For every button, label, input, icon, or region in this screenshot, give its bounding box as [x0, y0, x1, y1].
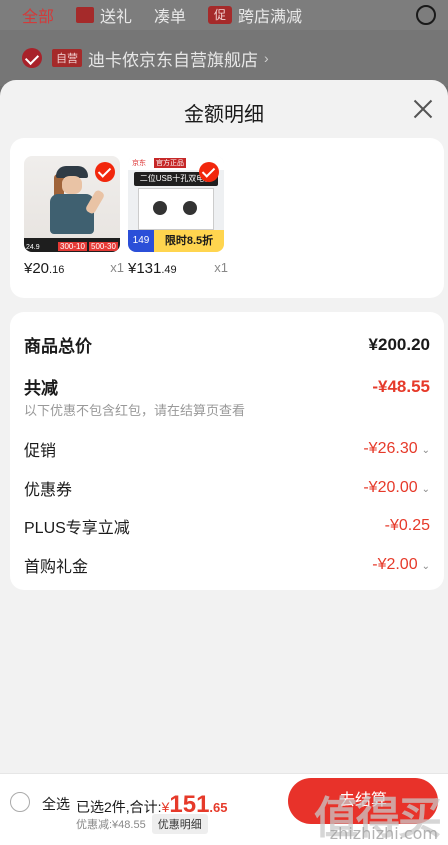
price-summary-card: 商品总价 ¥200.20 共减 -¥48.55 以下优惠不包含红包，请在结算页查… — [10, 312, 444, 590]
discount-label: 促销 — [24, 443, 57, 460]
background-tab-bar: 全部 送礼 凑单 促跨店满减 — [0, 0, 448, 30]
discount-row-plus: PLUS专享立减 -¥0.25 — [24, 514, 430, 538]
background-store-row: 自营 迪卡侬京东自营旗舰店 › — [0, 30, 448, 86]
sheet-title: 金额明细 — [184, 104, 264, 126]
close-icon[interactable] — [412, 98, 434, 120]
discount-value: -¥26.30 — [363, 440, 418, 457]
tab-gift: 送礼 — [76, 3, 132, 27]
store-name: 迪卡侬京东自营旗舰店 — [88, 50, 258, 70]
discount-line: 优惠减:¥48.55 优惠明细 — [76, 814, 208, 834]
check-icon — [22, 48, 42, 68]
price-decimal: .16 — [49, 264, 65, 276]
selected-check-icon — [95, 162, 115, 182]
product-item[interactable]: 京东 官方正品 二位USB十孔双电源 149 限时8.5折 ¥131 .49 x… — [128, 156, 228, 277]
select-all-label[interactable]: 全选 — [42, 794, 70, 814]
total-currency: ¥ — [161, 799, 170, 815]
total-price-row: 商品总价 ¥200.20 — [24, 332, 430, 357]
price-integer: ¥20 — [24, 260, 50, 277]
promo-badge: 促 — [208, 6, 233, 24]
product-price: ¥131 .49 x1 — [128, 260, 228, 277]
store-badge: 自营 — [52, 49, 82, 67]
chevron-right-icon: › — [264, 50, 269, 66]
discount-label: PLUS专享立减 — [24, 520, 130, 537]
product-badge: 官方正品 — [154, 158, 186, 168]
price-integer: ¥131 — [128, 260, 162, 277]
discount-detail-button[interactable]: 优惠明细 — [151, 814, 208, 834]
discount-total-value: -¥48.55 — [372, 376, 430, 396]
discount-value: -¥2.00 — [372, 556, 418, 573]
discount-value: -¥0.25 — [384, 517, 430, 534]
discount-row-first-purchase[interactable]: 首购礼金 -¥2.00 ⌄ — [24, 553, 430, 577]
product-item[interactable]: 24.9 300-10 500-30 ¥20 .16 x1 — [24, 156, 124, 277]
tab-all: 全部 — [22, 9, 55, 26]
gift-icon — [76, 7, 95, 23]
discount-label: 优惠券 — [24, 482, 73, 499]
product-badge: 限时8.5折 — [154, 230, 224, 252]
product-image: 24.9 300-10 500-30 — [24, 156, 120, 252]
product-badge: 300-10 — [58, 242, 87, 251]
discount-total-row: 共减 -¥48.55 — [24, 374, 430, 399]
product-badge: 149 — [128, 230, 154, 252]
chevron-down-icon: ⌄ — [421, 445, 430, 456]
discount-amount: 优惠减:¥48.55 — [76, 819, 146, 831]
product-quantity: x1 — [214, 260, 228, 275]
discount-label: 首购礼金 — [24, 559, 89, 576]
product-price: ¥20 .16 x1 — [24, 260, 124, 277]
selected-check-icon — [199, 162, 219, 182]
watermark-url: zhizhizhi.com — [329, 824, 438, 843]
discount-note: 以下优惠不包含红包，请在结算页查看 — [24, 403, 246, 418]
checkout-bar: 全选 已选2件,合计: ¥ 151 .65 优惠减:¥48.55 优惠明细 去结… — [0, 773, 448, 845]
products-card: 24.9 300-10 500-30 ¥20 .16 x1 京东 官方正品 二位… — [10, 138, 444, 298]
discount-total-label: 共减 — [24, 379, 58, 398]
tab-cross-store: 促跨店满减 — [208, 3, 302, 27]
search-icon — [416, 5, 436, 25]
chevron-down-icon: ⌄ — [421, 561, 430, 572]
amount-detail-sheet: 金额明细 24.9 300-10 500-30 ¥20 .16 x1 京东 官方… — [0, 80, 448, 845]
chevron-down-icon: ⌄ — [421, 484, 430, 495]
tab-bundle: 凑单 — [154, 9, 187, 26]
product-badge: 500-30 — [89, 242, 118, 251]
product-badge: 京东 — [132, 160, 146, 167]
product-quantity: x1 — [110, 260, 124, 275]
select-all-radio[interactable] — [10, 792, 30, 812]
total-price-value: ¥200.20 — [368, 334, 430, 354]
discount-row-coupon[interactable]: 优惠券 -¥20.00 ⌄ — [24, 476, 430, 500]
discount-row-promotion[interactable]: 促销 -¥26.30 ⌄ — [24, 437, 430, 461]
product-badge: 24.9 — [26, 244, 40, 251]
total-price-label: 商品总价 — [24, 337, 92, 356]
total-decimal: .65 — [209, 800, 228, 815]
product-image: 京东 官方正品 二位USB十孔双电源 149 限时8.5折 — [128, 156, 224, 252]
discount-value: -¥20.00 — [363, 479, 418, 496]
price-decimal: .49 — [161, 264, 177, 276]
